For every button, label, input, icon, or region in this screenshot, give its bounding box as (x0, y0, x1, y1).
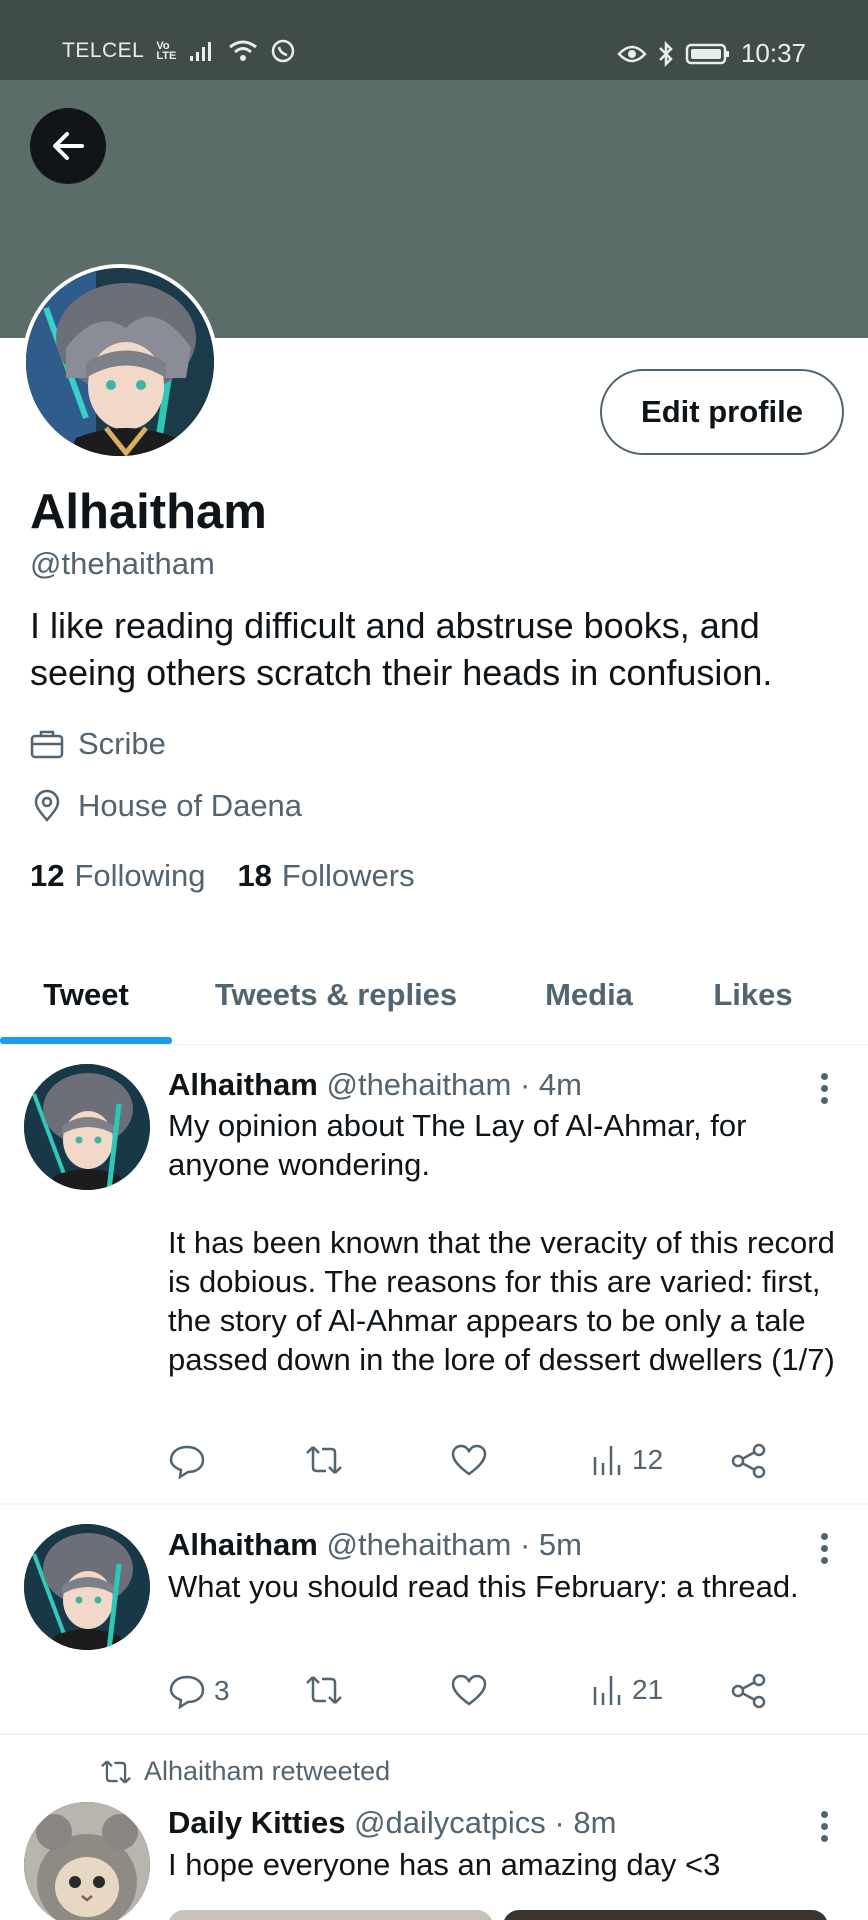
arrow-left-icon (53, 132, 84, 160)
tweet-item[interactable]: Daily Kitties @dailycatpics · 8m I hope … (0, 1792, 868, 1920)
tweet-avatar[interactable] (24, 1802, 150, 1920)
retweet-icon (306, 1446, 342, 1474)
tweet-text: What you should read this February: a th… (168, 1569, 799, 1604)
tweet-avatar[interactable] (24, 1064, 150, 1190)
tweet-header: Alhaitham @thehaitham · 5m (168, 1527, 582, 1563)
briefcase-icon (30, 730, 64, 759)
tweet-time: · 4m (519, 1067, 582, 1102)
tweet-item[interactable]: Alhaitham @thehaitham · 5m What you shou… (0, 1505, 868, 1735)
tweet-author-handle: @dailycatpics (354, 1805, 546, 1840)
tweet-time: · 5m (519, 1527, 582, 1562)
retweet-button[interactable] (304, 1673, 344, 1707)
active-tab-indicator (0, 1037, 172, 1044)
tab-media[interactable]: Media (500, 945, 678, 1045)
back-button[interactable] (30, 108, 106, 184)
retweet-label: Alhaitham retweeted (144, 1756, 391, 1786)
tweet-actions: 3 21 (168, 1673, 788, 1713)
profile-location: House of Daena (30, 788, 302, 824)
share-icon (731, 1673, 766, 1709)
views-button[interactable]: 12 (592, 1443, 663, 1477)
tweet-media-preview[interactable] (168, 1910, 828, 1920)
profile-bio: I like reading difficult and abstruse bo… (30, 605, 773, 693)
views-count: 21 (632, 1674, 664, 1705)
tweet-time: · 8m (554, 1805, 617, 1840)
tab-tweets-replies[interactable]: Tweets & replies (172, 945, 500, 1045)
clock: 10:37 (740, 38, 806, 68)
reply-button[interactable]: 3 (168, 1673, 230, 1709)
tab-likes[interactable]: Likes (678, 945, 828, 1045)
battery-icon (685, 43, 729, 64)
whatsapp-icon (272, 39, 295, 63)
profile-tabs: Tweet Tweets & replies Media Likes (0, 945, 868, 1045)
tweet-author-name[interactable]: Alhaitham (168, 1067, 318, 1102)
profile-job: Scribe (30, 726, 166, 762)
more-options-icon[interactable] (818, 1073, 830, 1104)
retweet-icon (306, 1676, 342, 1704)
profile-name: Alhaitham (30, 485, 267, 539)
profile-handle: @thehaitham (30, 546, 215, 581)
tweet-header: Alhaitham @thehaitham · 4m (168, 1067, 582, 1103)
heart-icon (451, 1674, 487, 1706)
following-link[interactable]: 12 Following (30, 858, 205, 894)
retweet-indicator: Alhaitham retweeted (98, 1756, 390, 1787)
edit-profile-button[interactable]: Edit profile (600, 369, 844, 455)
more-options-icon[interactable] (818, 1811, 830, 1842)
bar-chart-icon (593, 1446, 621, 1475)
like-button[interactable] (450, 1673, 488, 1707)
heart-icon (451, 1444, 487, 1476)
tweet-author-name[interactable]: Alhaitham (168, 1527, 318, 1562)
reply-icon (169, 1445, 205, 1479)
signal-icon (190, 42, 212, 61)
retweet-icon (101, 1759, 131, 1784)
views-count: 12 (632, 1444, 664, 1475)
reply-button[interactable] (168, 1443, 214, 1479)
volte-badge: Vo LTE (156, 40, 177, 62)
share-button[interactable] (730, 1443, 768, 1479)
retweet-button[interactable] (304, 1443, 344, 1477)
carrier-label: TELCEL (62, 39, 145, 62)
follow-stats: 12 Following 18 Followers (30, 858, 415, 894)
tweet-header: Daily Kitties @dailycatpics · 8m (168, 1805, 616, 1841)
tweet-author-name[interactable]: Daily Kitties (168, 1805, 345, 1840)
bar-chart-icon (593, 1676, 621, 1705)
eye-icon (617, 45, 647, 62)
like-button[interactable] (450, 1443, 488, 1477)
views-button[interactable]: 21 (592, 1673, 663, 1707)
bluetooth-icon (659, 40, 673, 67)
share-button[interactable] (730, 1673, 768, 1709)
status-bar: TELCEL Vo LTE 10:37 (0, 0, 868, 80)
location-pin-icon (34, 789, 60, 822)
share-icon (731, 1443, 766, 1479)
more-options-icon[interactable] (818, 1533, 830, 1564)
tweet-author-handle: @thehaitham (326, 1067, 512, 1102)
wifi-icon (229, 40, 258, 61)
tweet-text: My opinion about The Lay of Al-Ahmar, fo… (168, 1108, 835, 1377)
reply-count: 3 (214, 1675, 230, 1706)
location-label: House of Daena (78, 788, 303, 823)
followers-link[interactable]: 18 Followers (237, 858, 414, 894)
tweet-avatar[interactable] (24, 1524, 150, 1650)
tweet-text: I hope everyone has an amazing day <3 (168, 1847, 721, 1882)
reply-icon (169, 1675, 205, 1709)
tweet-item[interactable]: Alhaitham @thehaitham · 4m My opinion ab… (0, 1045, 868, 1505)
tweet-author-handle: @thehaitham (326, 1527, 512, 1562)
profile-avatar[interactable] (22, 264, 218, 460)
job-label: Scribe (78, 726, 166, 761)
tab-tweet[interactable]: Tweet (0, 945, 172, 1045)
tweet-actions: 12 (168, 1443, 788, 1483)
